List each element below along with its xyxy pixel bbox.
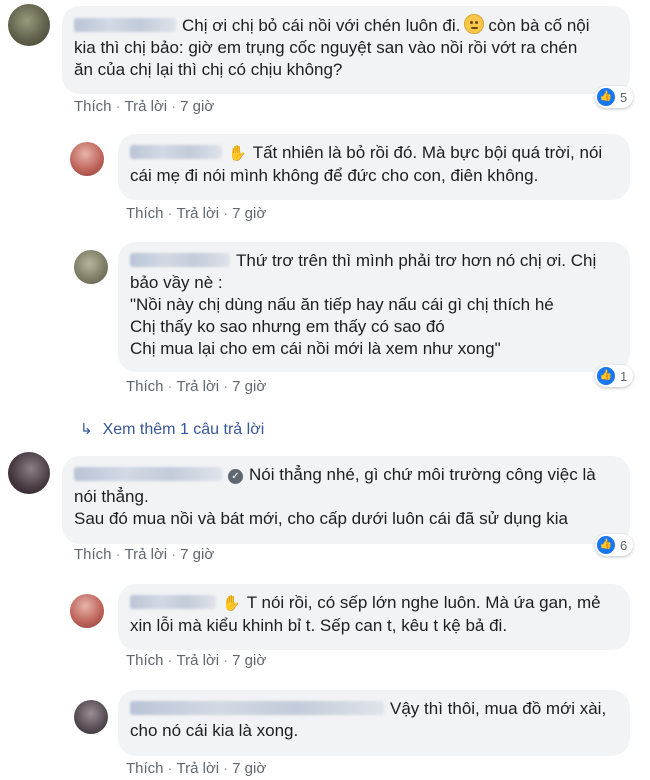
comment-text: Nói thẳng nhé, gì chứ môi trường công vi… (249, 465, 596, 484)
like-reaction-icon: 👍 (597, 536, 615, 554)
comment-text: Thứ trơ trên thì mình phải trơ hơn nó ch… (236, 251, 597, 270)
comment-actions: Thích · Trả lời · 7 giờ (126, 652, 267, 669)
comment-bubble: ✋ Tất nhiên là bỏ rồi đó. Mà bực bội quá … (118, 134, 630, 200)
comment-bubble: ✋ T nói rồi, có sếp lớn nghe luôn. Mà ứa … (118, 584, 630, 650)
comment-text: Tất nhiên là bỏ rồi đó. Mà bực bội quá t… (252, 143, 603, 162)
comment-text: cho nó cái kia là xong. (130, 721, 299, 740)
view-more-replies-link[interactable]: ↳ Xem thêm 1 câu trả lời (80, 420, 264, 439)
commenter-name[interactable] (130, 253, 230, 267)
reaction-count[interactable]: 👍 6 (595, 534, 634, 556)
comment-bubble: Thứ trơ trên thì mình phải trơ hơn nó ch… (118, 242, 630, 372)
waving-hand-icon: ✋ (228, 145, 247, 162)
commenter-name[interactable] (130, 145, 222, 159)
reply-button[interactable]: Trả lời (177, 378, 220, 395)
comment-text: ăn của chị lại thì chị có chịu không? (74, 60, 343, 79)
like-reaction-icon: 👍 (597, 88, 615, 106)
reply-button[interactable]: Trả lời (125, 98, 168, 115)
comment-text: nói thẳng. (74, 487, 149, 506)
reply-button[interactable]: Trả lời (125, 546, 168, 563)
verified-badge-icon: ✓ (228, 469, 243, 484)
reaction-count[interactable]: 👍 5 (595, 86, 634, 108)
reply-button[interactable]: Trả lời (177, 205, 220, 222)
commenter-name[interactable] (74, 18, 176, 32)
reply-arrow-icon: ↳ (80, 421, 93, 438)
commenter-name[interactable] (74, 467, 222, 481)
like-button[interactable]: Thích (74, 98, 112, 115)
comment-actions: Thích · Trả lời · 7 giờ (74, 546, 215, 563)
comment-bubble: Chị ơi chị bỏ cái nồi với chén luôn đi. c… (62, 6, 630, 94)
avatar[interactable] (8, 4, 50, 46)
comment-bubble: ✓ Nói thẳng nhé, gì chứ môi trường công v… (62, 456, 630, 544)
comment-text: Sau đó mua nồi và bát mới, cho cấp dưới … (74, 509, 568, 528)
comment-text: bảo vầy nè : (130, 273, 223, 292)
comment-actions: Thích · Trả lời · 7 giờ (74, 98, 215, 115)
like-reaction-icon: 👍 (597, 367, 615, 385)
comment-text: Chị mua lại cho em cái nồi mới là xem nh… (130, 339, 501, 358)
comment-text: Chị thấy ko sao nhưng em thấy có sao đó (130, 317, 445, 336)
waving-hand-icon: ✋ (222, 595, 241, 612)
like-button[interactable]: Thích (74, 546, 112, 563)
timestamp[interactable]: 7 giờ (232, 760, 266, 777)
comment-bubble: Vậy thì thôi, mua đồ mới xài, cho nó cái… (118, 690, 630, 756)
reply-button[interactable]: Trả lời (177, 652, 220, 669)
like-button[interactable]: Thích (126, 652, 164, 669)
comment-actions: Thích · Trả lời · 7 giờ (126, 205, 267, 222)
avatar[interactable] (8, 452, 50, 494)
like-button[interactable]: Thích (126, 205, 164, 222)
comment-text: cái mẹ đi nói mình không để đức cho con,… (130, 166, 539, 185)
comment-text: Chị ơi chị bỏ cái nồi với chén luôn đi. (182, 16, 461, 35)
comment-text: kia thì chị bảo: giờ em trụng cốc nguyệt… (74, 38, 578, 57)
avatar[interactable] (70, 142, 104, 176)
comment-text: còn bà cố nội (488, 16, 590, 35)
commenter-name[interactable] (130, 701, 384, 715)
comment-text: Vậy thì thôi, mua đồ mới xài, (390, 699, 607, 718)
timestamp[interactable]: 7 giờ (180, 546, 214, 563)
avatar[interactable] (74, 700, 108, 734)
timestamp[interactable]: 7 giờ (232, 378, 266, 395)
comment-actions: Thích · Trả lời · 7 giờ (126, 378, 267, 395)
timestamp[interactable]: 7 giờ (232, 652, 266, 669)
timestamp[interactable]: 7 giờ (232, 205, 266, 222)
reply-button[interactable]: Trả lời (177, 760, 220, 777)
comment-text: "Nồi này chị dùng nấu ăn tiếp hay nấu cá… (130, 295, 554, 314)
commenter-name[interactable] (130, 595, 216, 609)
comment-text: xin lỗi mà kiểu khinh bỉ t. Sếp can t, k… (130, 616, 508, 635)
comment-actions: Thích · Trả lời · 7 giờ (126, 760, 267, 777)
avatar[interactable] (74, 250, 108, 284)
avatar[interactable] (70, 594, 104, 628)
timestamp[interactable]: 7 giờ (180, 98, 214, 115)
comment-text: T nói rồi, có sếp lớn nghe luôn. Mà ứa g… (246, 593, 601, 612)
reaction-count[interactable]: 👍 1 (595, 365, 634, 387)
confused-emoji-icon (464, 14, 485, 34)
like-button[interactable]: Thích (126, 378, 164, 395)
like-button[interactable]: Thích (126, 760, 164, 777)
